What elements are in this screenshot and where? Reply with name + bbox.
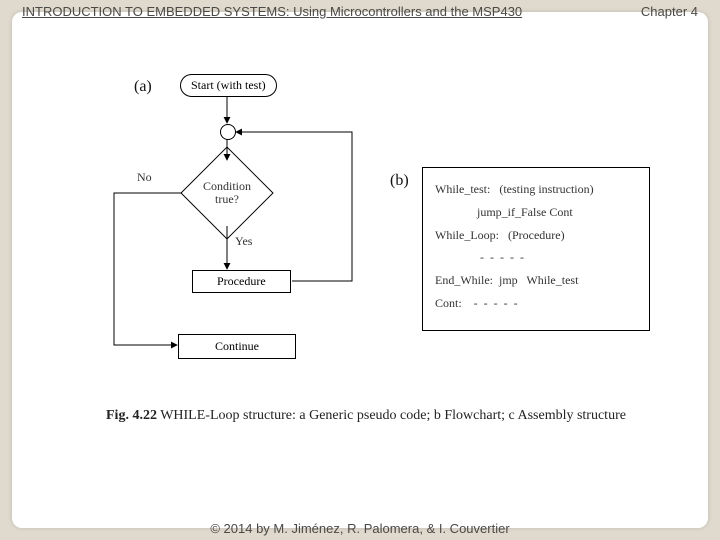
asm-line: Cont: - - - - - bbox=[435, 292, 637, 315]
chapter-label: Chapter 4 bbox=[641, 4, 698, 19]
connector-node bbox=[220, 124, 236, 140]
figure-number: Fig. 4.22 bbox=[106, 408, 157, 423]
asm-line: While_test: (testing instruction) bbox=[435, 178, 637, 201]
book-title: INTRODUCTION TO EMBEDDED SYSTEMS: Using … bbox=[22, 4, 522, 19]
assembly-listing: While_test: (testing instruction) jump_i… bbox=[422, 167, 650, 331]
procedure-node: Procedure bbox=[192, 270, 291, 293]
edge-label-yes: Yes bbox=[235, 234, 252, 249]
asm-line: End_While: jmp While_test bbox=[435, 269, 637, 292]
asm-line: - - - - - bbox=[435, 246, 637, 269]
panel-label-b: (b) bbox=[390, 172, 409, 190]
decision-node: Condition true? bbox=[182, 158, 272, 228]
copyright-text: © 2014 by M. Jiménez, R. Palomera, & I. … bbox=[210, 521, 509, 536]
panel-label-a: (a) bbox=[134, 78, 152, 96]
asm-line: While_Loop: (Procedure) bbox=[435, 224, 637, 247]
continue-node: Continue bbox=[178, 334, 296, 359]
edge-label-no: No bbox=[137, 170, 152, 185]
asm-line: jump_if_False Cont bbox=[435, 201, 637, 224]
figure-area: (a) (b) Start (with test) Condition true… bbox=[52, 72, 668, 452]
start-node: Start (with test) bbox=[180, 74, 277, 97]
decision-text-2: true? bbox=[215, 193, 239, 206]
slide-body: (a) (b) Start (with test) Condition true… bbox=[12, 12, 708, 528]
figure-caption-text: WHILE-Loop structure: a Generic pseudo c… bbox=[157, 408, 626, 423]
slide-header: INTRODUCTION TO EMBEDDED SYSTEMS: Using … bbox=[22, 4, 698, 19]
figure-caption: Fig. 4.22 WHILE-Loop structure: a Generi… bbox=[106, 408, 626, 424]
slide-footer: © 2014 by M. Jiménez, R. Palomera, & I. … bbox=[0, 521, 720, 536]
